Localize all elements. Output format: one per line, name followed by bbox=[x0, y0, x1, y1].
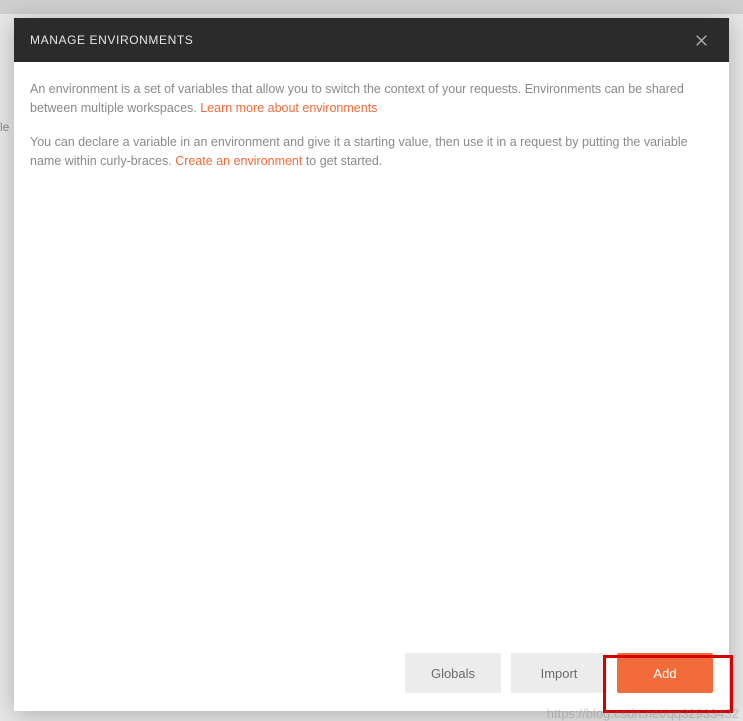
modal-body: An environment is a set of variables tha… bbox=[14, 62, 729, 639]
create-environment-link[interactable]: Create an environment bbox=[175, 154, 302, 168]
close-button[interactable] bbox=[689, 28, 713, 52]
learn-more-link[interactable]: Learn more about environments bbox=[200, 101, 377, 115]
globals-button[interactable]: Globals bbox=[405, 653, 501, 693]
intro-paragraph-2: You can declare a variable in an environ… bbox=[30, 133, 713, 172]
manage-environments-modal: MANAGE ENVIRONMENTS An environment is a … bbox=[14, 18, 729, 711]
watermark-text: https://blog.csdn.net/qq32933432 bbox=[547, 706, 739, 721]
add-button[interactable]: Add bbox=[617, 653, 713, 693]
modal-footer: Globals Import Add bbox=[14, 639, 729, 711]
backdrop-text-fragment: le bbox=[0, 120, 9, 134]
modal-header: MANAGE ENVIRONMENTS bbox=[14, 18, 729, 62]
intro-text-2b: to get started. bbox=[302, 154, 382, 168]
modal-title: MANAGE ENVIRONMENTS bbox=[30, 33, 193, 47]
backdrop-toolbar-strip bbox=[0, 0, 743, 14]
import-button[interactable]: Import bbox=[511, 653, 607, 693]
close-icon bbox=[694, 33, 709, 48]
intro-paragraph-1: An environment is a set of variables tha… bbox=[30, 80, 713, 119]
